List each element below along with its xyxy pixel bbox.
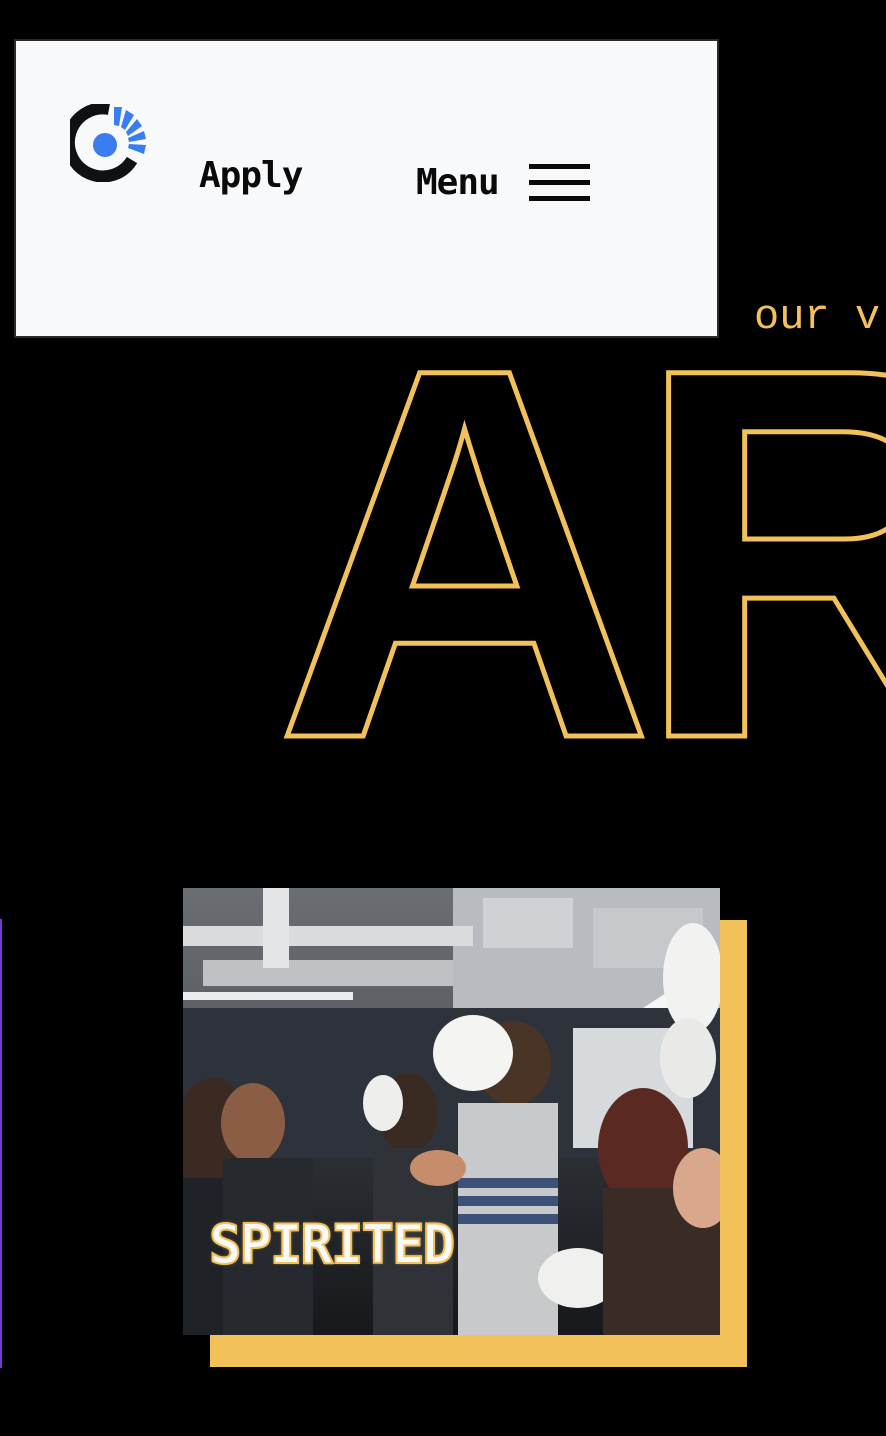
hero-title-graphic: AR	[272, 256, 886, 801]
side-accent-bar	[0, 919, 2, 1368]
hero-title: AR	[274, 258, 886, 800]
value-card-spirited[interactable]: SPIRITED	[183, 888, 720, 1335]
card-label: SPIRITED	[208, 1213, 456, 1276]
